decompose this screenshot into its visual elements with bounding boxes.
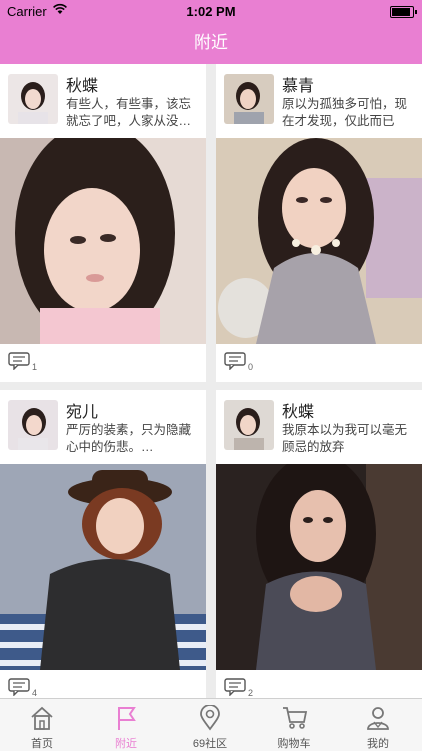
battery-icon — [390, 6, 417, 18]
post-photo[interactable] — [0, 464, 206, 670]
comment-icon — [224, 678, 246, 696]
avatar[interactable] — [8, 400, 58, 450]
avatar[interactable] — [224, 400, 274, 450]
tab-label: 69社区 — [192, 738, 228, 750]
post-author: 秋蝶 — [66, 78, 99, 95]
tab-community[interactable]: 69社区 — [168, 699, 252, 751]
comment-count: 1 — [32, 362, 38, 372]
post-author: 慕青 — [282, 78, 315, 95]
comment-count: 2 — [248, 688, 254, 698]
tab-nearby[interactable]: 附近 — [84, 699, 168, 751]
page-title: 附近 — [194, 33, 228, 52]
tab-cart[interactable]: 购物车 — [252, 699, 336, 751]
comment-icon — [8, 678, 30, 696]
post-author: 宛儿 — [66, 404, 99, 421]
tab-label: 首页 — [31, 738, 53, 750]
post-feed[interactable]: 秋蝶 有些人，有些事，该忘就忘了吧，人家从没… 1 慕青 原以为孤独多可怕，现在… — [0, 64, 422, 698]
post-text: 有些人，有些事，该忘就忘了吧，人家从没… — [66, 97, 192, 128]
status-time: 1:02 PM — [186, 4, 236, 19]
tab-home[interactable]: 首页 — [0, 699, 84, 751]
post-card[interactable]: 宛儿 严厉的装素，只为隐藏心中的伤悲。… 4 — [0, 390, 206, 698]
tab-bar: 首页 附近 69社区 购物车 我的 — [0, 698, 422, 751]
nav-bar: 附近 — [0, 22, 422, 64]
user-profile-icon — [367, 707, 389, 730]
post-card[interactable]: 秋蝶 我原本以为我可以毫无顾忌的放弃 2 — [216, 390, 422, 698]
post-photo[interactable] — [0, 138, 206, 344]
comment-count: 4 — [32, 688, 38, 698]
post-author: 秋蝶 — [282, 404, 315, 421]
house-icon — [31, 706, 53, 730]
location-pin-icon — [200, 705, 220, 731]
tab-profile[interactable]: 我的 — [336, 699, 420, 751]
shopping-cart-icon — [283, 707, 308, 729]
tab-label: 我的 — [367, 738, 389, 750]
post-card[interactable]: 慕青 原以为孤独多可怕，现在才发现，仅此而已 0 — [216, 64, 422, 382]
avatar[interactable] — [224, 74, 274, 124]
post-photo[interactable] — [216, 464, 422, 670]
avatar[interactable] — [8, 74, 58, 124]
status-bar: Carrier 1:02 PM — [0, 0, 422, 22]
comment-icon — [8, 352, 30, 370]
flag-icon — [118, 707, 136, 730]
tab-label: 附近 — [115, 738, 137, 750]
post-text: 原以为孤独多可怕，现在才发现，仅此而已 — [282, 97, 408, 128]
post-card[interactable]: 秋蝶 有些人，有些事，该忘就忘了吧，人家从没… 1 — [0, 64, 206, 382]
post-text: 严厉的装素，只为隐藏心中的伤悲。… — [66, 423, 192, 454]
tab-label: 购物车 — [277, 738, 311, 750]
post-text: 我原本以为我可以毫无顾忌的放弃 — [282, 423, 408, 454]
comment-count: 0 — [248, 362, 254, 372]
comment-icon — [224, 352, 246, 370]
post-photo[interactable] — [216, 138, 422, 344]
